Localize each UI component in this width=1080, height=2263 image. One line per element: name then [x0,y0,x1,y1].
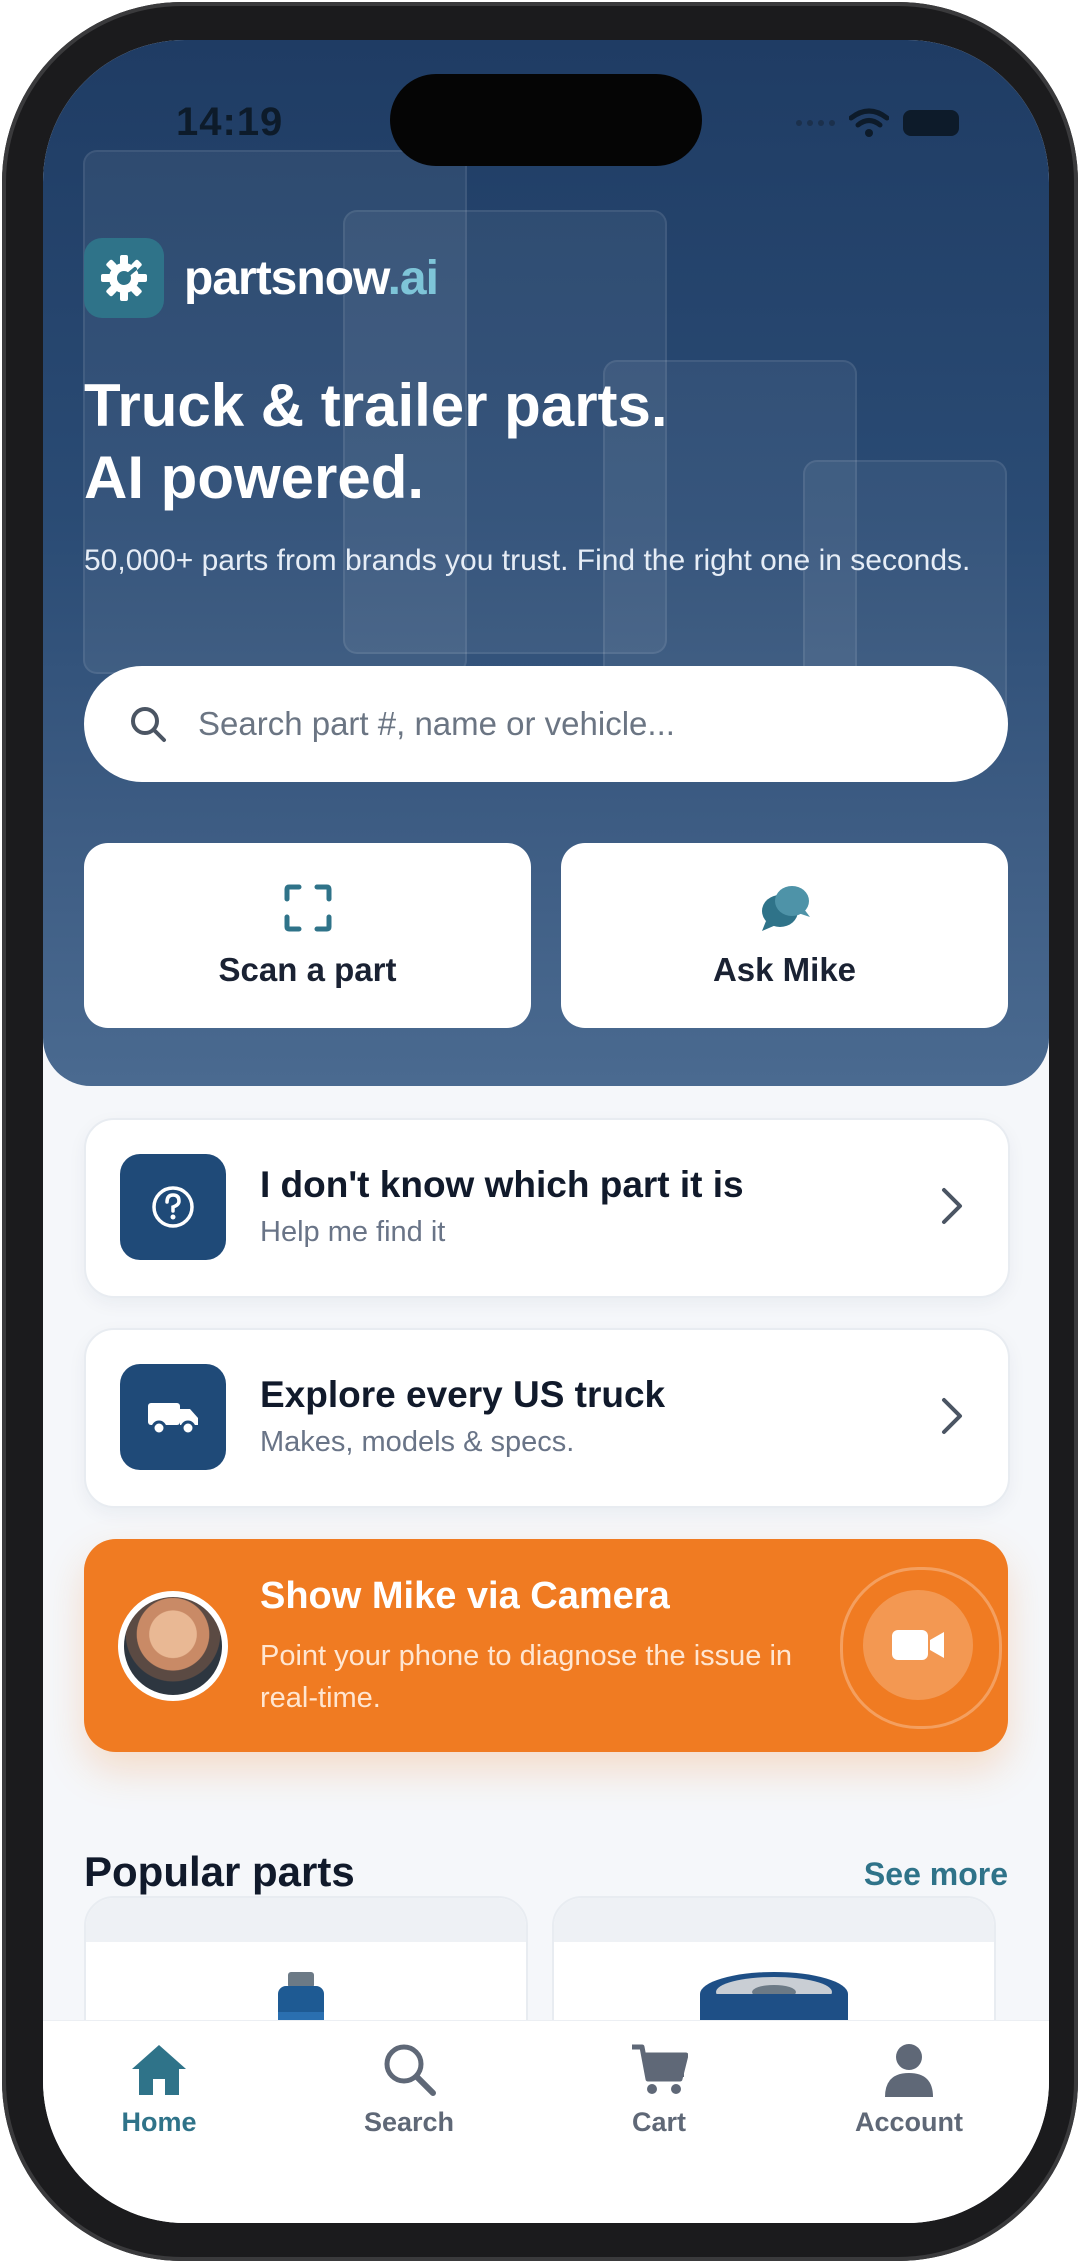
part-card-header [554,1898,994,1942]
tab-cart[interactable]: Cart [559,2041,759,2138]
dynamic-island [390,74,702,166]
ask-mike-button[interactable]: Ask Mike [561,843,1008,1028]
status-time: 14:19 [176,100,284,144]
gear-logo-icon [84,238,164,318]
truck-icon [120,1364,226,1470]
see-more-link[interactable]: See more [864,1856,1008,1893]
tab-home-label: Home [121,2107,197,2137]
start-video-button[interactable] [863,1590,973,1700]
bottom-tab-bar: Home Search Cart Account [43,2020,1049,2223]
hero-headline: Truck & trailer parts. AI powered. [84,370,984,514]
cellular-signal-icon [796,120,835,126]
account-icon [885,2044,933,2097]
brand-name: partsnow.ai [184,251,439,306]
hero-subtitle: 50,000+ parts from brands you trust. Fin… [84,544,971,577]
tab-home[interactable]: Home [59,2041,259,2138]
unknown-part-title: I don't know which part it is [260,1164,744,1205]
home-icon [132,2045,186,2095]
app-screen: 14:19 partsnow.ai Truck & trailer parts.… [43,40,1049,2223]
hero-section: 14:19 partsnow.ai Truck & trailer parts.… [43,40,1049,1086]
headline-line-2: AI powered. [84,444,425,511]
search-placeholder[interactable]: Search part #, name or vehicle... [198,705,675,743]
tab-account[interactable]: Account [809,2041,1009,2138]
unknown-part-subtitle: Help me find it [260,1216,446,1248]
brand-name-suffix: .ai [387,251,439,305]
search-bar[interactable]: Search part #, name or vehicle... [84,666,1008,782]
tab-cart-label: Cart [631,2107,686,2137]
camera-banner-description: Point your phone to diagnose the issue i… [260,1640,793,1714]
search-icon [384,2044,436,2096]
headline-line-1: Truck & trailer parts. [84,372,668,439]
tab-account-label: Account [855,2107,963,2137]
phone-frame: 14:19 partsnow.ai Truck & trailer parts.… [2,2,1078,2261]
scan-icon [284,884,331,931]
wifi-icon [849,108,889,137]
camera-banner[interactable]: Show Mike via Camera Point your phone to… [84,1539,1008,1752]
camera-banner-title: Show Mike via Camera [260,1575,670,1617]
search-icon [131,707,166,742]
mike-avatar [118,1591,228,1701]
explore-trucks-subtitle: Makes, models & specs. [260,1426,575,1458]
chevron-right-icon [942,1398,962,1434]
status-indicators [796,108,959,138]
tab-search[interactable]: Search [309,2041,509,2138]
cart-icon [632,2044,688,2094]
mike-avatar-photo [124,1597,222,1695]
scan-part-label: Scan a part [218,950,397,988]
question-circle-icon [120,1154,226,1260]
chevron-right-icon [942,1188,962,1224]
battery-icon [903,110,959,136]
unknown-part-card[interactable]: I don't know which part it is Help me fi… [84,1118,1010,1298]
scan-part-button[interactable]: Scan a part [84,843,531,1028]
brand-logo[interactable]: partsnow.ai [84,238,439,318]
brand-name-main: partsnow [184,251,389,305]
part-card-header [86,1898,526,1942]
video-camera-icon [892,1630,944,1660]
ask-mike-label: Ask Mike [712,950,857,988]
popular-parts-title: Popular parts [84,1848,355,1895]
chat-bubbles-icon [761,885,810,931]
explore-trucks-card[interactable]: Explore every US truck Makes, models & s… [84,1328,1010,1508]
explore-trucks-title: Explore every US truck [260,1374,666,1415]
tab-search-label: Search [363,2107,455,2137]
